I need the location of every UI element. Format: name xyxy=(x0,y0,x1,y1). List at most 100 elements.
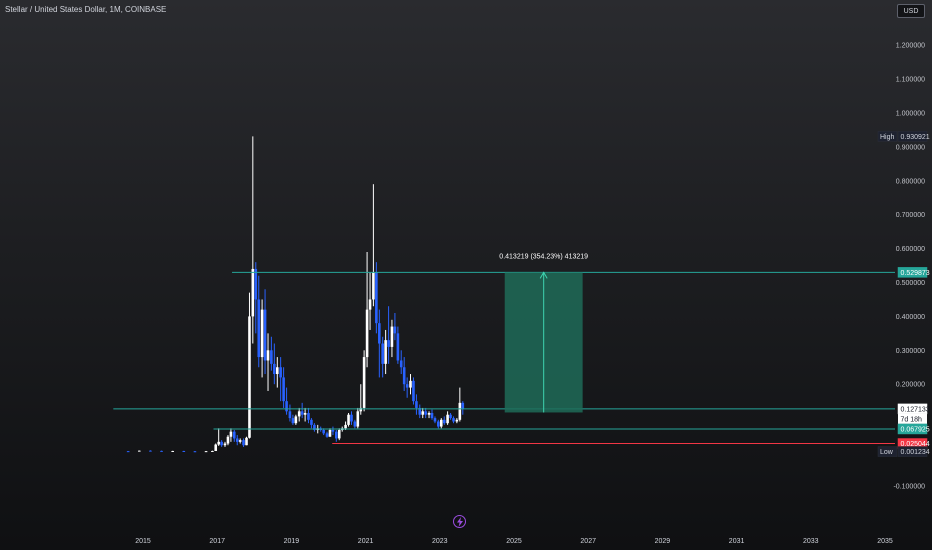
candle-body xyxy=(375,272,378,324)
countdown-label: 7d 18h xyxy=(901,416,923,423)
price-tick-label: 1.200000 xyxy=(896,43,925,50)
candle-body xyxy=(171,450,174,452)
price-tick-label: 0.600000 xyxy=(896,246,925,253)
candle-body xyxy=(193,451,197,453)
candle-body xyxy=(449,414,452,419)
candle-body xyxy=(402,367,406,385)
candle-body xyxy=(226,436,230,444)
price-chart[interactable]: 0.413219 (354.23%) 413219 1.200000 1.1000… xyxy=(0,0,932,550)
price-tick-label: 1.100000 xyxy=(896,77,925,84)
candle-body xyxy=(160,450,163,452)
horizontal-lines-group xyxy=(113,271,895,445)
candle-body xyxy=(294,416,298,424)
candle-body xyxy=(337,429,341,439)
candle-body xyxy=(182,450,186,452)
time-axis[interactable]: 2015 2017 2019 2021 2023 2025 2027 2029 2031 2033… xyxy=(135,538,893,545)
candle-body xyxy=(204,451,208,453)
price-tick-label: 1.000000 xyxy=(896,111,925,118)
measure-tool-group[interactable]: 0.413219 (354.23%) 413219 xyxy=(499,253,588,413)
candle-body xyxy=(384,340,387,364)
price-tick-label: 0.900000 xyxy=(896,144,925,151)
candle-body xyxy=(229,431,233,437)
candle-body xyxy=(245,437,248,446)
candle-body xyxy=(285,401,288,412)
price-tick-label: 0.200000 xyxy=(896,382,925,389)
candle-body xyxy=(446,414,449,424)
candle-body xyxy=(297,411,301,417)
candle-body xyxy=(232,431,236,439)
candle-body xyxy=(220,441,223,446)
candle-body xyxy=(442,419,446,424)
candle-body xyxy=(303,413,307,415)
time-tick-label: 2019 xyxy=(284,538,300,545)
time-tick-label: 2021 xyxy=(358,538,374,545)
time-tick-label: 2029 xyxy=(655,538,671,545)
candle-body xyxy=(381,343,384,364)
candle-body xyxy=(307,413,310,420)
lightning-bolt-icon[interactable] xyxy=(453,515,466,528)
candle-body xyxy=(350,414,353,422)
candle-body xyxy=(424,411,428,415)
candle-body xyxy=(223,443,227,446)
candle-body xyxy=(458,402,462,420)
price-tag-value: 0.930921 xyxy=(901,134,930,141)
candle-body xyxy=(387,340,390,347)
candle-body xyxy=(362,357,366,408)
price-tick-label: -0.100000 xyxy=(893,483,925,490)
time-tick-label: 2017 xyxy=(209,538,225,545)
price-tag-value: 0.127133 xyxy=(901,406,930,413)
price-tick-label: 0.800000 xyxy=(896,178,925,185)
candle-body xyxy=(430,413,434,419)
candle-body xyxy=(217,441,220,445)
candle-body xyxy=(270,350,273,364)
time-tick-label: 2031 xyxy=(729,538,745,545)
candle-body xyxy=(356,411,360,427)
candle-body xyxy=(365,309,369,358)
candle-body xyxy=(251,268,255,317)
candle-body xyxy=(353,421,357,427)
candle-body xyxy=(266,350,270,361)
price-tick-label: 0.700000 xyxy=(896,212,925,219)
price-tick-label: 0.500000 xyxy=(896,280,925,287)
candle-body xyxy=(238,440,242,442)
candle-body xyxy=(461,402,465,409)
price-tag-value: 0.067925 xyxy=(901,426,930,433)
candle-body xyxy=(396,333,400,361)
candle-body xyxy=(427,413,431,415)
candle-body xyxy=(412,380,415,402)
candle-body xyxy=(260,309,264,358)
candle-body xyxy=(439,419,443,427)
candle-body xyxy=(300,411,304,415)
candle-body xyxy=(282,377,285,402)
candle-body xyxy=(378,323,381,344)
candle-body xyxy=(433,418,437,422)
candle-body xyxy=(273,363,276,375)
candle-body xyxy=(137,450,141,452)
candle-body xyxy=(328,429,332,437)
candle-body xyxy=(372,272,375,300)
candle-body xyxy=(421,411,425,415)
candle-body xyxy=(310,419,313,425)
candle-body xyxy=(334,431,338,439)
candle-body xyxy=(257,299,261,358)
candle-body xyxy=(415,401,418,408)
price-tick-label: 0.300000 xyxy=(896,348,925,355)
candle-body xyxy=(263,309,267,361)
candle-body xyxy=(211,450,214,452)
candle-body xyxy=(214,444,218,451)
candle-body xyxy=(347,414,350,425)
time-tick-label: 2023 xyxy=(432,538,448,545)
candle-body xyxy=(409,380,412,388)
time-tick-label: 2025 xyxy=(506,538,522,545)
candle-body xyxy=(344,424,347,429)
price-tag-value: 0.001234 xyxy=(901,449,930,456)
candle-body xyxy=(235,438,239,442)
time-tick-label: 2033 xyxy=(803,538,819,545)
candle-body xyxy=(368,299,372,310)
candle-body xyxy=(279,367,282,378)
candle-body xyxy=(254,268,258,300)
candle-body xyxy=(291,418,295,424)
measure-label: 0.413219 (354.23%) 413219 xyxy=(499,253,588,260)
candle-body xyxy=(149,450,152,452)
candle-body xyxy=(248,316,251,438)
